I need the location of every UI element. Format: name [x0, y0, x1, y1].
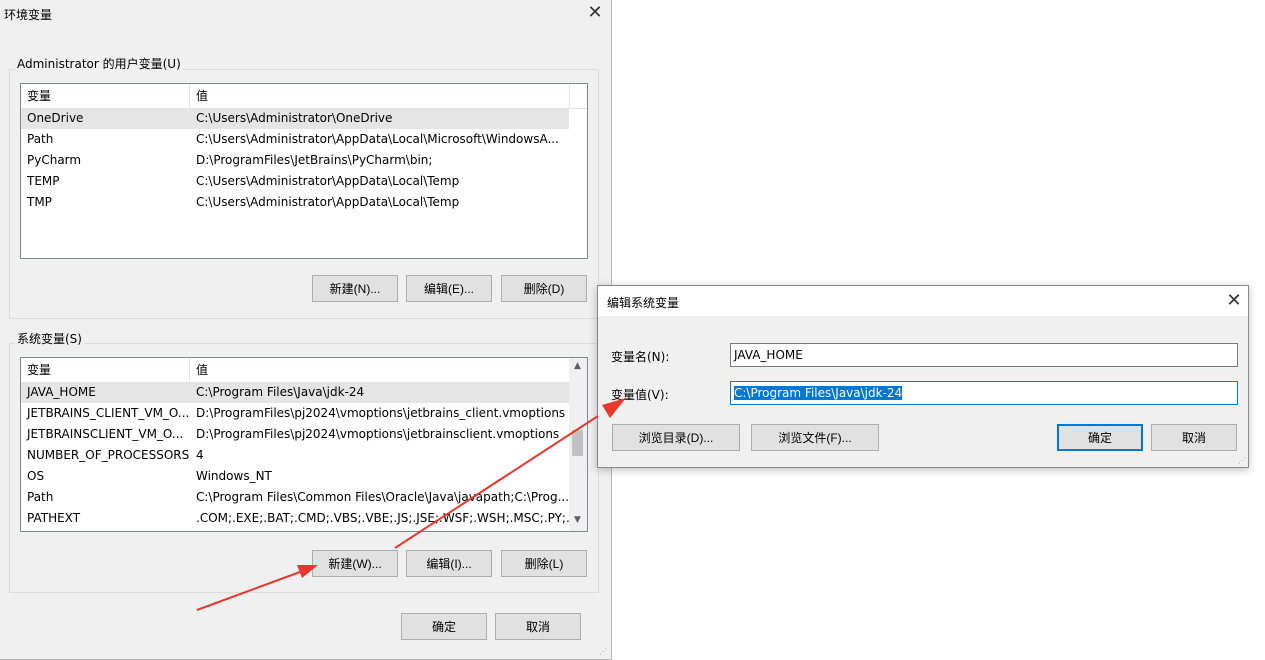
var-value: D:\ProgramFiles\pj2024\vmoptions\jetbrai… [196, 427, 560, 441]
column-header-value[interactable]: 值 [190, 84, 570, 108]
column-header-value[interactable]: 值 [190, 358, 570, 382]
system-vars-scrollbar[interactable]: ▲ ▼ [569, 358, 587, 531]
var-value: Windows_NT [196, 469, 272, 483]
user-new-button[interactable]: 新建(N)... [312, 275, 398, 302]
user-vars-header: 变量 值 [21, 84, 587, 109]
var-value: D:\ProgramFiles\pj2024\vmoptions\jetbrai… [196, 406, 566, 420]
user-vars-list[interactable]: 变量 值 OneDrive C:\Users\Administrator\One… [20, 83, 588, 259]
table-row[interactable]: TEMP C:\Users\Administrator\AppData\Loca… [21, 171, 569, 192]
user-vars-group-label: Administrator 的用户变量(U) [15, 55, 183, 72]
edit-dialog-titlebar [598, 286, 1248, 316]
var-value-label: 变量值(V): [611, 388, 669, 402]
system-new-button[interactable]: 新建(W)... [312, 550, 398, 577]
table-row[interactable]: Path C:\Program Files\Common Files\Oracl… [21, 487, 569, 508]
table-row[interactable]: JAVA_HOME C:\Program Files\Java\jdk-24 [21, 382, 569, 403]
var-value: .COM;.EXE;.BAT;.CMD;.VBS;.VBE;.JS;.JSE;.… [196, 511, 569, 525]
var-value: C:\Program Files\Common Files\Oracle\Jav… [196, 490, 569, 504]
table-row[interactable]: TMP C:\Users\Administrator\AppData\Local… [21, 192, 569, 213]
cancel-button[interactable]: 取消 [495, 613, 581, 640]
var-name: OS [27, 469, 45, 483]
system-vars-group-label: 系统变量(S) [15, 330, 84, 347]
user-edit-button[interactable]: 编辑(E)... [406, 275, 492, 302]
system-delete-button[interactable]: 删除(L) [501, 550, 587, 577]
column-header-variable[interactable]: 变量 [21, 84, 189, 108]
edit-dialog-title: 编辑系统变量 [607, 296, 680, 310]
user-delete-button[interactable]: 删除(D) [501, 275, 587, 302]
var-name: PyCharm [27, 153, 82, 167]
table-row[interactable]: OS Windows_NT [21, 466, 569, 487]
var-name: JETBRAINS_CLIENT_VM_O... [27, 406, 189, 420]
var-name-label: 变量名(N): [611, 350, 670, 364]
var-value: C:\Users\Administrator\AppData\Local\Tem… [196, 195, 460, 209]
var-name: TMP [27, 195, 52, 209]
table-row[interactable]: OneDrive C:\Users\Administrator\OneDrive [21, 108, 569, 129]
table-row[interactable]: JETBRAINSCLIENT_VM_O... D:\ProgramFiles\… [21, 424, 569, 445]
table-row[interactable]: Path C:\Users\Administrator\AppData\Loca… [21, 129, 569, 150]
browse-file-button[interactable]: 浏览文件(F)... [751, 424, 879, 451]
var-value: C:\Users\Administrator\OneDrive [196, 111, 393, 125]
table-row[interactable]: JETBRAINS_CLIENT_VM_O... D:\ProgramFiles… [21, 403, 569, 424]
resize-grip-icon[interactable]: ⋰ [599, 647, 609, 657]
var-name-field[interactable]: JAVA_HOME [730, 343, 1238, 367]
var-name: TEMP [27, 174, 60, 188]
ok-button[interactable]: 确定 [1057, 424, 1143, 451]
close-icon[interactable]: ✕ [585, 3, 605, 23]
var-name: Path [27, 132, 54, 146]
var-name: JAVA_HOME [27, 385, 96, 399]
system-vars-header: 变量 值 [21, 358, 569, 383]
var-name: JETBRAINSCLIENT_VM_O... [27, 427, 184, 441]
close-icon[interactable]: ✕ [1224, 291, 1244, 311]
edit-system-var-dialog: 编辑系统变量 ✕ 变量名(N): JAVA_HOME 变量值(V): C:\Pr… [597, 285, 1249, 468]
system-edit-button[interactable]: 编辑(I)... [406, 550, 492, 577]
ok-button[interactable]: 确定 [401, 613, 487, 640]
var-name: NUMBER_OF_PROCESSORS [27, 448, 189, 462]
var-name: PATHEXT [27, 511, 81, 525]
var-value: 4 [196, 448, 204, 462]
var-name: Path [27, 490, 54, 504]
var-value: C:\Users\Administrator\AppData\Local\Mic… [196, 132, 559, 146]
var-value-field[interactable]: C:\Program Files\Java\jdk-24 [730, 381, 1238, 405]
var-value: C:\Users\Administrator\AppData\Local\Tem… [196, 174, 460, 188]
scroll-up-icon[interactable]: ▲ [569, 361, 586, 371]
browse-directory-button[interactable]: 浏览目录(D)... [612, 424, 740, 451]
table-row[interactable]: NUMBER_OF_PROCESSORS 4 [21, 445, 569, 466]
env-vars-dialog: 环境变量 ✕ Administrator 的用户变量(U) 变量 值 OneDr… [0, 0, 612, 660]
var-value: C:\Program Files\Java\jdk-24 [196, 385, 365, 399]
var-value: D:\ProgramFiles\JetBrains\PyCharm\bin; [196, 153, 433, 167]
table-row[interactable]: PATHEXT .COM;.EXE;.BAT;.CMD;.VBS;.VBE;.J… [21, 508, 569, 529]
var-name: OneDrive [27, 111, 84, 125]
scroll-down-icon[interactable]: ▼ [569, 515, 586, 525]
system-vars-list[interactable]: 变量 值 JAVA_HOME C:\Program Files\Java\jdk… [20, 357, 588, 532]
cancel-button[interactable]: 取消 [1151, 424, 1237, 451]
column-header-variable[interactable]: 变量 [21, 358, 189, 382]
resize-grip-icon[interactable]: ⋰ [1238, 456, 1248, 466]
selected-text: C:\Program Files\Java\jdk-24 [734, 386, 903, 400]
dialog-title: 环境变量 [4, 8, 53, 22]
scroll-thumb[interactable] [572, 430, 583, 456]
table-row[interactable]: PyCharm D:\ProgramFiles\JetBrains\PyChar… [21, 150, 569, 171]
